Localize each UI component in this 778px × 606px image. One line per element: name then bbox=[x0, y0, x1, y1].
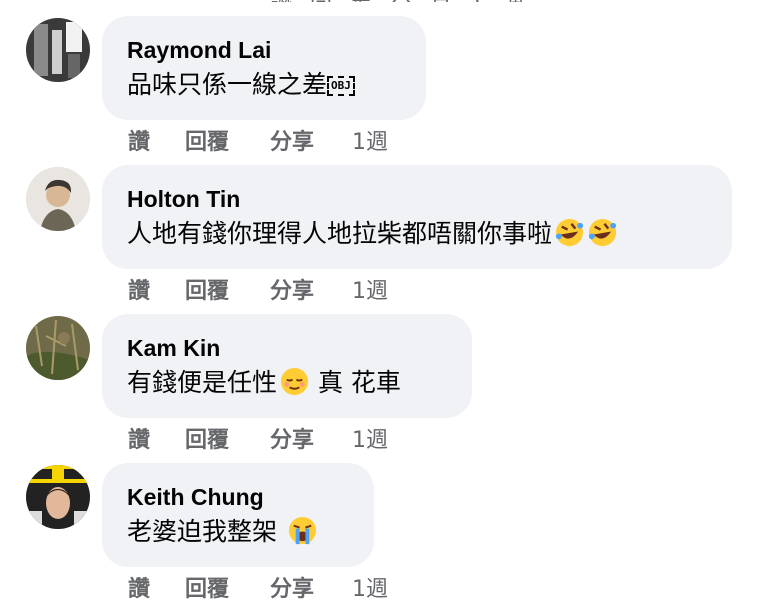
comment-timestamp[interactable]: 1週 bbox=[352, 422, 388, 454]
comment-bubble: Keith Chung 老婆迫我整架 bbox=[102, 463, 374, 567]
comment-body: 品味只係一線之差 bbox=[127, 70, 328, 99]
comment-text: 人地有錢你理得人地拉柴都唔關你事啦 bbox=[127, 217, 708, 251]
relieved-face-emoji bbox=[280, 367, 309, 396]
avatar[interactable] bbox=[26, 18, 90, 82]
comment-bubble: Raymond Lai 品味只係一線之差 OBJ bbox=[102, 16, 426, 120]
comment-body: 老婆迫我整架 bbox=[127, 517, 285, 546]
comment-body: 有錢便是任性 bbox=[127, 368, 278, 397]
like-button[interactable]: 讚 bbox=[128, 273, 150, 305]
loudly-crying-emoji bbox=[288, 516, 317, 545]
comment-author[interactable]: Kam Kin bbox=[127, 334, 448, 362]
comment-bubble: Holton Tin 人地有錢你理得人地拉柴都唔關你事啦 bbox=[102, 165, 732, 269]
comment-text: 品味只係一線之差 OBJ bbox=[127, 68, 402, 102]
rolling-laughing-emoji bbox=[555, 218, 584, 247]
comment-body-continued: 真 花車 bbox=[310, 368, 401, 397]
share-button[interactable]: 分享 bbox=[270, 571, 314, 603]
avatar[interactable] bbox=[26, 465, 90, 529]
reply-button[interactable]: 回覆 bbox=[185, 273, 229, 305]
reply-button[interactable]: 回覆 bbox=[185, 124, 229, 156]
comment-body: 人地有錢你理得人地拉柴都唔關你事啦 bbox=[127, 219, 553, 248]
comment-timestamp[interactable]: 1週 bbox=[352, 273, 388, 305]
share-button[interactable]: 分享 bbox=[270, 273, 314, 305]
comment-text: 老婆迫我整架 bbox=[127, 515, 350, 549]
like-button[interactable]: 讚 bbox=[128, 124, 150, 156]
reply-button[interactable]: 回覆 bbox=[185, 422, 229, 454]
like-button[interactable]: 讚 bbox=[128, 422, 150, 454]
avatar[interactable] bbox=[26, 316, 90, 380]
comment-timestamp[interactable]: 1週 bbox=[352, 571, 388, 603]
comment-timestamp[interactable]: 1週 bbox=[352, 124, 388, 156]
share-button[interactable]: 分享 bbox=[270, 422, 314, 454]
avatar[interactable] bbox=[26, 167, 90, 231]
comment-text: 有錢便是任性 真 花車 bbox=[127, 366, 448, 400]
object-replacement-glyph: OBJ bbox=[327, 76, 355, 96]
comment-author[interactable]: Holton Tin bbox=[127, 185, 708, 213]
rolling-laughing-emoji bbox=[588, 218, 617, 247]
like-button[interactable]: 讚 bbox=[128, 571, 150, 603]
reply-button[interactable]: 回覆 bbox=[185, 571, 229, 603]
clipped-previous-actions: 讚回覆分享1週 bbox=[270, 0, 542, 2]
comment-author[interactable]: Keith Chung bbox=[127, 483, 350, 511]
comment-author[interactable]: Raymond Lai bbox=[127, 36, 402, 64]
comment-bubble: Kam Kin 有錢便是任性 真 花車 bbox=[102, 314, 472, 418]
share-button[interactable]: 分享 bbox=[270, 124, 314, 156]
